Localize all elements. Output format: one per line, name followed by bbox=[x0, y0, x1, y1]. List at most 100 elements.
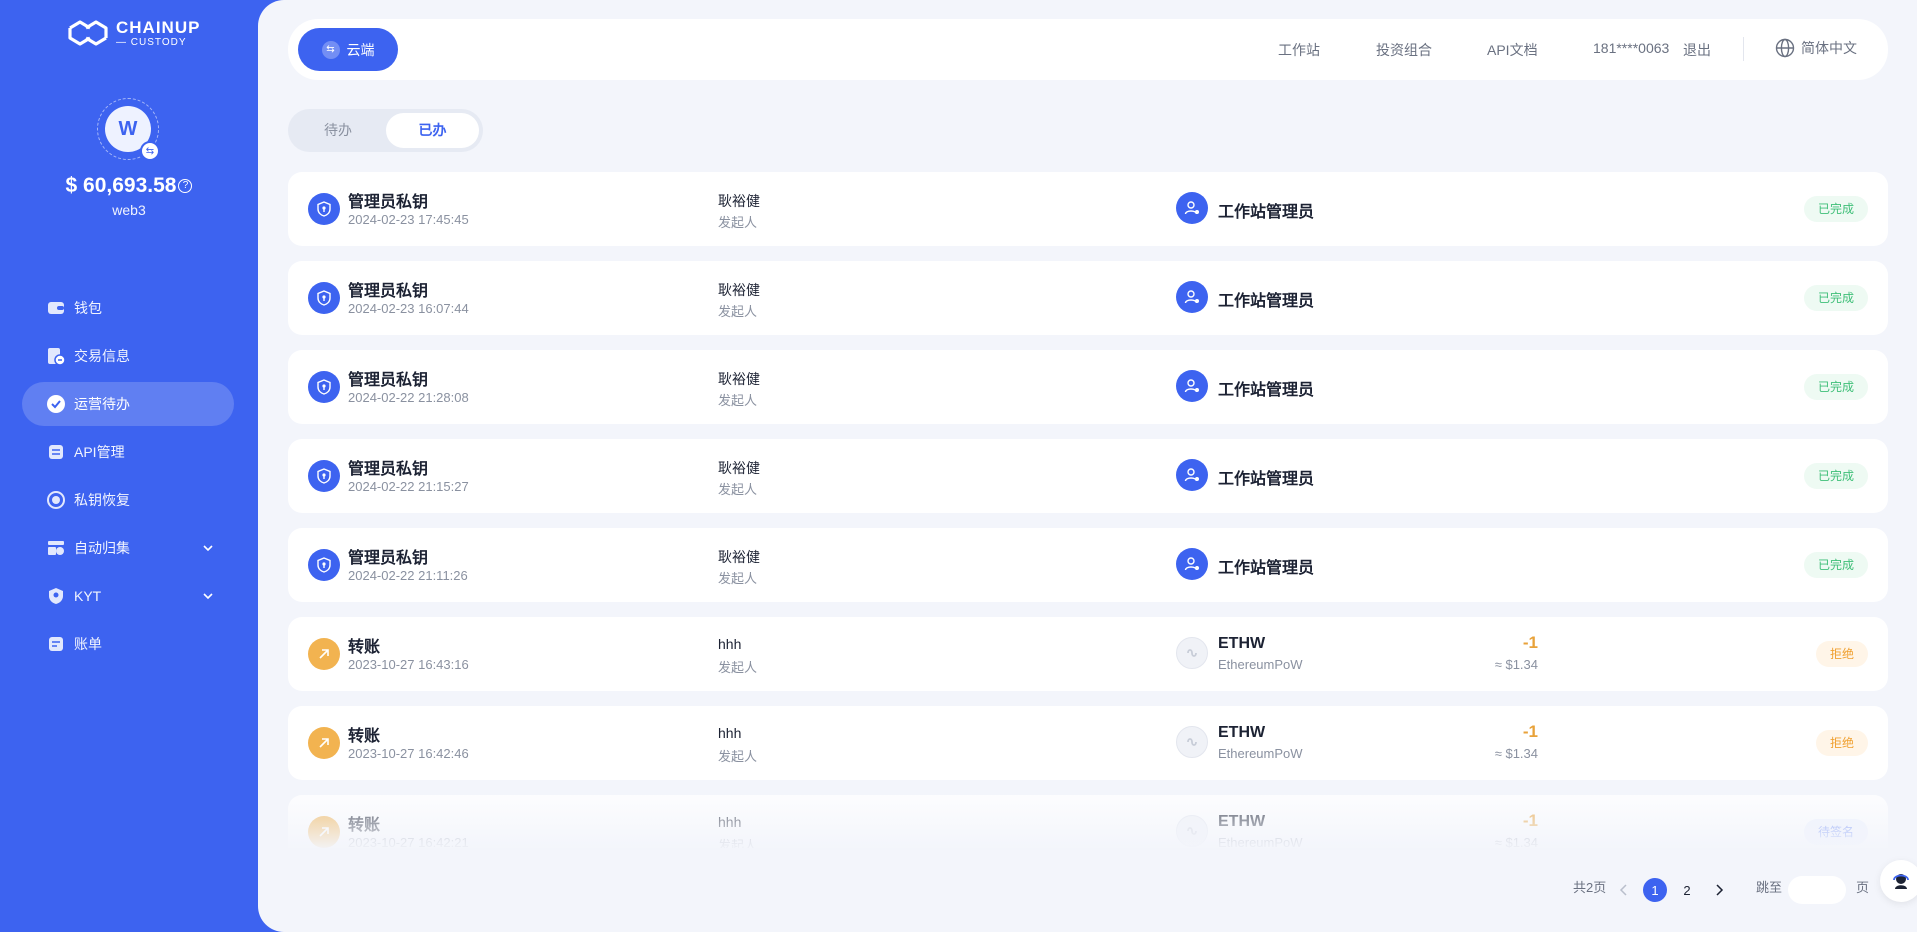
task-row[interactable]: 管理员私钥 2024-02-22 21:15:27 耿裕健 发起人 工作站管理员 已完成 bbox=[288, 439, 1888, 513]
transfer-usd-value: ≈ $1.34 bbox=[1494, 746, 1538, 761]
coin-network: EthereumPoW bbox=[1218, 657, 1303, 672]
task-time: 2023-10-27 16:43:16 bbox=[348, 657, 469, 672]
transfer-usd-value: ≈ $1.34 bbox=[1494, 657, 1538, 672]
target-name: 工作站管理员 bbox=[1218, 293, 1315, 310]
customer-support-button[interactable] bbox=[1880, 860, 1917, 902]
chevron-down-icon[interactable] bbox=[200, 588, 216, 604]
task-row[interactable]: 管理员私钥 2024-02-22 21:11:26 耿裕健 发起人 工作站管理员 已完成 bbox=[288, 528, 1888, 602]
target-name: 工作站管理员 bbox=[1218, 471, 1315, 488]
task-row[interactable]: 转账 2023-10-27 16:42:46 hhh 发起人 ETHW EthereumP… bbox=[288, 706, 1888, 780]
wallet-icon bbox=[46, 298, 66, 318]
status-badge: 拒绝 bbox=[1815, 641, 1868, 667]
target-name: 工作站管理员 bbox=[1218, 204, 1315, 221]
tab-pending[interactable]: 待办 bbox=[294, 113, 382, 148]
task-row[interactable]: 管理员私钥 2024-02-23 16:07:44 耿裕健 发起人 工作站管理员 已完成 bbox=[288, 261, 1888, 335]
sidebar-item-label: 私钥恢复 bbox=[74, 492, 130, 508]
sidebar-item-label: KYT bbox=[74, 588, 102, 604]
sidebar-item-label: 账单 bbox=[74, 636, 102, 652]
pagination-jump-input[interactable] bbox=[1788, 876, 1846, 904]
switch-account-icon[interactable]: ⇆ bbox=[140, 141, 160, 161]
admin-user-icon bbox=[1176, 370, 1208, 402]
pagination-page-unit: 页 bbox=[1856, 880, 1870, 895]
coin-symbol: ETHW bbox=[1218, 724, 1266, 741]
transaction-icon bbox=[46, 346, 66, 366]
key-recovery-icon bbox=[46, 490, 66, 510]
coin-network: EthereumPoW bbox=[1218, 835, 1303, 848]
sidebar-item-operations[interactable]: 运营待办 bbox=[22, 382, 234, 426]
sidebar: CHAINUP — CUSTODY W ⇆ $ 60,693.58? web3 … bbox=[0, 0, 258, 932]
sidebar-item-transactions[interactable]: 交易信息 bbox=[22, 334, 234, 378]
status-badge: 已完成 bbox=[1803, 196, 1868, 222]
globe-icon bbox=[1775, 38, 1795, 58]
admin-user-icon bbox=[1176, 281, 1208, 313]
pagination-jump-label: 跳至 bbox=[1756, 880, 1783, 895]
initiator-role: 发起人 bbox=[718, 304, 758, 319]
logout-link[interactable]: 退出 bbox=[1683, 40, 1711, 60]
api-icon bbox=[46, 442, 66, 462]
task-time: 2024-02-22 21:28:08 bbox=[348, 390, 469, 405]
initiator-name: hhh bbox=[718, 636, 742, 652]
task-time: 2024-02-23 16:07:44 bbox=[348, 301, 469, 316]
nav-link-workstation[interactable]: 工作站 bbox=[1278, 40, 1320, 60]
initiator-name: 耿裕健 bbox=[718, 549, 760, 565]
initiator-name: 耿裕健 bbox=[718, 460, 760, 476]
shield-icon bbox=[46, 586, 66, 606]
transfer-usd-value: ≈ $1.34 bbox=[1494, 835, 1538, 848]
task-time: 2024-02-22 21:15:27 bbox=[348, 479, 469, 494]
chevron-left-icon bbox=[1619, 884, 1627, 896]
pagination-prev[interactable] bbox=[1614, 878, 1634, 902]
task-time: 2024-02-23 17:45:45 bbox=[348, 212, 469, 227]
help-icon[interactable]: ? bbox=[178, 179, 193, 194]
topbar: ⇆ 云端 工作站 投资组合 API文档 181****0063 退出 简体中文 bbox=[288, 19, 1888, 80]
chevron-right-icon bbox=[1716, 884, 1724, 896]
sidebar-item-api[interactable]: API管理 bbox=[22, 430, 234, 474]
account-avatar[interactable]: W ⇆ bbox=[97, 98, 160, 161]
task-time: 2023-10-27 16:42:21 bbox=[348, 835, 469, 848]
account-name: web3 bbox=[112, 202, 146, 218]
nav-link-portfolio[interactable]: 投资组合 bbox=[1376, 40, 1432, 60]
private-key-icon bbox=[308, 371, 340, 403]
initiator-role: 发起人 bbox=[718, 660, 758, 675]
task-row[interactable]: 管理员私钥 2024-02-23 17:45:45 耿裕健 发起人 工作站管理员 已完成 bbox=[288, 172, 1888, 246]
chevron-down-icon[interactable] bbox=[200, 540, 216, 556]
initiator-role: 发起人 bbox=[718, 571, 758, 586]
sidebar-item-key-recovery[interactable]: 私钥恢复 bbox=[22, 478, 234, 522]
pagination-page-1[interactable]: 1 bbox=[1643, 878, 1667, 902]
transfer-amount: -1 bbox=[1522, 811, 1538, 830]
ethw-coin-icon bbox=[1176, 726, 1208, 758]
environment-label: 云端 bbox=[346, 41, 375, 58]
initiator-role: 发起人 bbox=[718, 749, 758, 764]
pagination-next[interactable] bbox=[1709, 878, 1729, 902]
sidebar-item-wallet[interactable]: 钱包 bbox=[22, 286, 234, 330]
sidebar-item-auto-collect[interactable]: 自动归集 bbox=[22, 526, 234, 570]
task-title: 转账 bbox=[348, 728, 381, 745]
coin-symbol: ETHW bbox=[1218, 813, 1266, 830]
sidebar-item-label: 钱包 bbox=[74, 300, 102, 316]
task-row[interactable]: 转账 2023-10-27 16:42:21 hhh 发起人 ETHW EthereumP… bbox=[288, 795, 1888, 848]
task-row[interactable]: 转账 2023-10-27 16:43:16 hhh 发起人 ETHW EthereumP… bbox=[288, 617, 1888, 691]
sidebar-item-label: 自动归集 bbox=[74, 540, 130, 556]
task-title: 转账 bbox=[348, 639, 381, 656]
main-panel: ⇆ 云端 工作站 投资组合 API文档 181****0063 退出 简体中文 … bbox=[258, 0, 1917, 932]
target-name: 工作站管理员 bbox=[1218, 560, 1315, 577]
task-title: 管理员私钥 bbox=[348, 194, 429, 211]
language-label: 简体中文 bbox=[1801, 40, 1857, 56]
initiator-name: 耿裕健 bbox=[718, 193, 760, 209]
nav-link-api-docs[interactable]: API文档 bbox=[1487, 40, 1538, 60]
language-selector[interactable]: 简体中文 bbox=[1775, 38, 1857, 58]
environment-button[interactable]: ⇆ 云端 bbox=[298, 28, 398, 71]
initiator-name: 耿裕健 bbox=[718, 371, 760, 387]
sidebar-item-kyt[interactable]: KYT bbox=[22, 574, 234, 618]
ethw-coin-icon bbox=[1176, 815, 1208, 847]
coin-symbol: ETHW bbox=[1218, 635, 1266, 652]
tab-done[interactable]: 已办 bbox=[386, 113, 479, 148]
transfer-amount: -1 bbox=[1522, 633, 1538, 652]
sidebar-item-bill[interactable]: 账单 bbox=[22, 622, 234, 666]
support-agent-icon bbox=[1893, 874, 1909, 889]
status-badge: 已完成 bbox=[1803, 374, 1868, 400]
task-row[interactable]: 管理员私钥 2024-02-22 21:28:08 耿裕健 发起人 工作站管理员 已完成 bbox=[288, 350, 1888, 424]
status-badge: 已完成 bbox=[1803, 552, 1868, 578]
logo[interactable]: CHAINUP — CUSTODY bbox=[66, 18, 200, 48]
pagination-page-2[interactable]: 2 bbox=[1675, 878, 1699, 902]
check-circle-icon bbox=[46, 394, 66, 414]
